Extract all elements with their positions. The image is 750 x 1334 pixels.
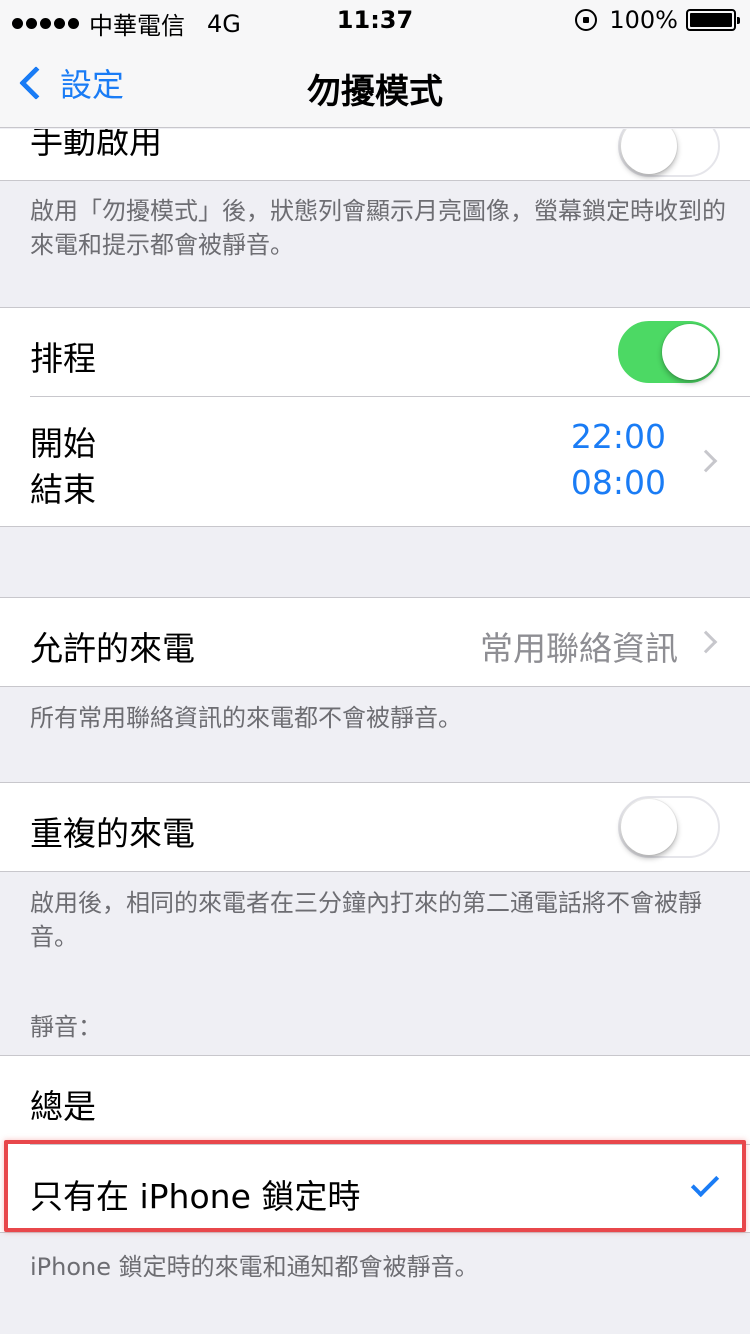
chevron-right-icon [694,630,718,654]
allow-calls-footer: 所有常用聯絡資訊的來電都不會被靜音。 [30,704,462,732]
divider [0,526,750,527]
silence-option-always[interactable]: 總是 [0,1056,750,1144]
divider [0,871,750,872]
manual-label: 手動啟用 [30,129,162,161]
battery-percent: 100% [609,6,678,34]
manual-toggle[interactable] [618,129,720,177]
schedule-label: 排程 [30,339,96,378]
battery-icon [686,9,740,31]
divider [0,686,750,687]
repeated-calls-footer: 啟用後，相同的來電者在三分鐘內打來的第二通電話將不會被靜音。 [30,889,702,951]
allow-calls-value: 常用聯絡資訊 [480,629,678,668]
manual-footer: 啟用「勿擾模式」後，狀態列會顯示月亮圖像，螢幕鎖定時收到的來電和提示都會被靜音。 [30,197,726,259]
allow-calls-label: 允許的來電 [30,629,195,668]
status-bar: 中華電信 4G 11:37 100% [0,0,750,40]
silence-option-label: 總是 [30,1087,96,1126]
start-label: 開始 [30,424,96,463]
repeated-calls-toggle[interactable] [618,796,720,858]
schedule-row: 排程 [0,308,750,396]
navigation-bar: 設定 勿擾模式 [0,40,750,128]
rotation-lock-icon [575,9,598,31]
highlight-annotation [4,1140,746,1232]
end-time: 08:00 [570,463,666,502]
repeated-calls-row: 重複的來電 [0,783,750,871]
repeated-calls-label: 重複的來電 [30,814,195,853]
page-title: 勿擾模式 [307,72,443,112]
allow-calls-row[interactable]: 允許的來電 常用聯絡資訊 [0,598,750,686]
divider [0,180,750,181]
manual-row[interactable]: 手動啟用 [0,129,750,180]
start-time: 22:00 [570,417,666,456]
schedule-toggle[interactable] [618,321,720,383]
divider [0,1232,750,1233]
schedule-times-row[interactable]: 開始 結束 22:00 08:00 [0,396,750,526]
status-right: 100% [575,6,740,34]
chevron-right-icon [694,449,718,473]
silence-footer: iPhone 鎖定時的來電和通知都會被靜音。 [30,1253,479,1281]
silence-header: 靜音： [30,1013,102,1041]
end-label: 結束 [30,470,96,509]
divider [30,396,750,397]
